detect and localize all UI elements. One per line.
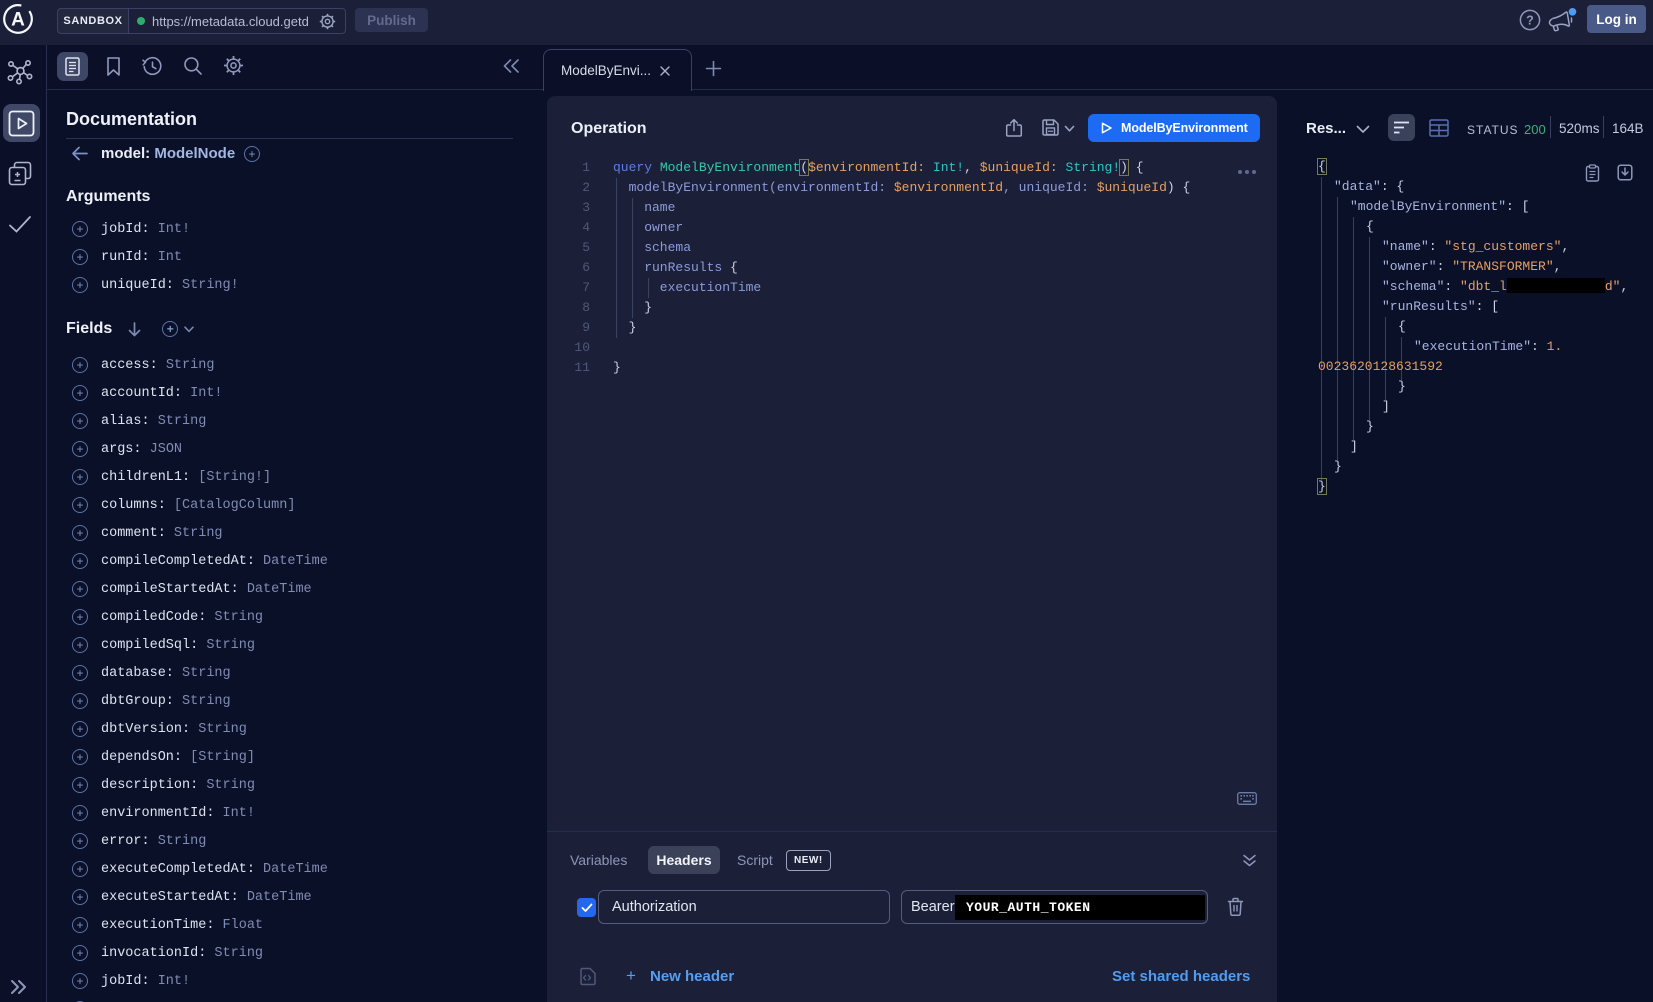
svg-text:A: A [11, 10, 25, 31]
svg-text:?: ? [1526, 14, 1534, 28]
